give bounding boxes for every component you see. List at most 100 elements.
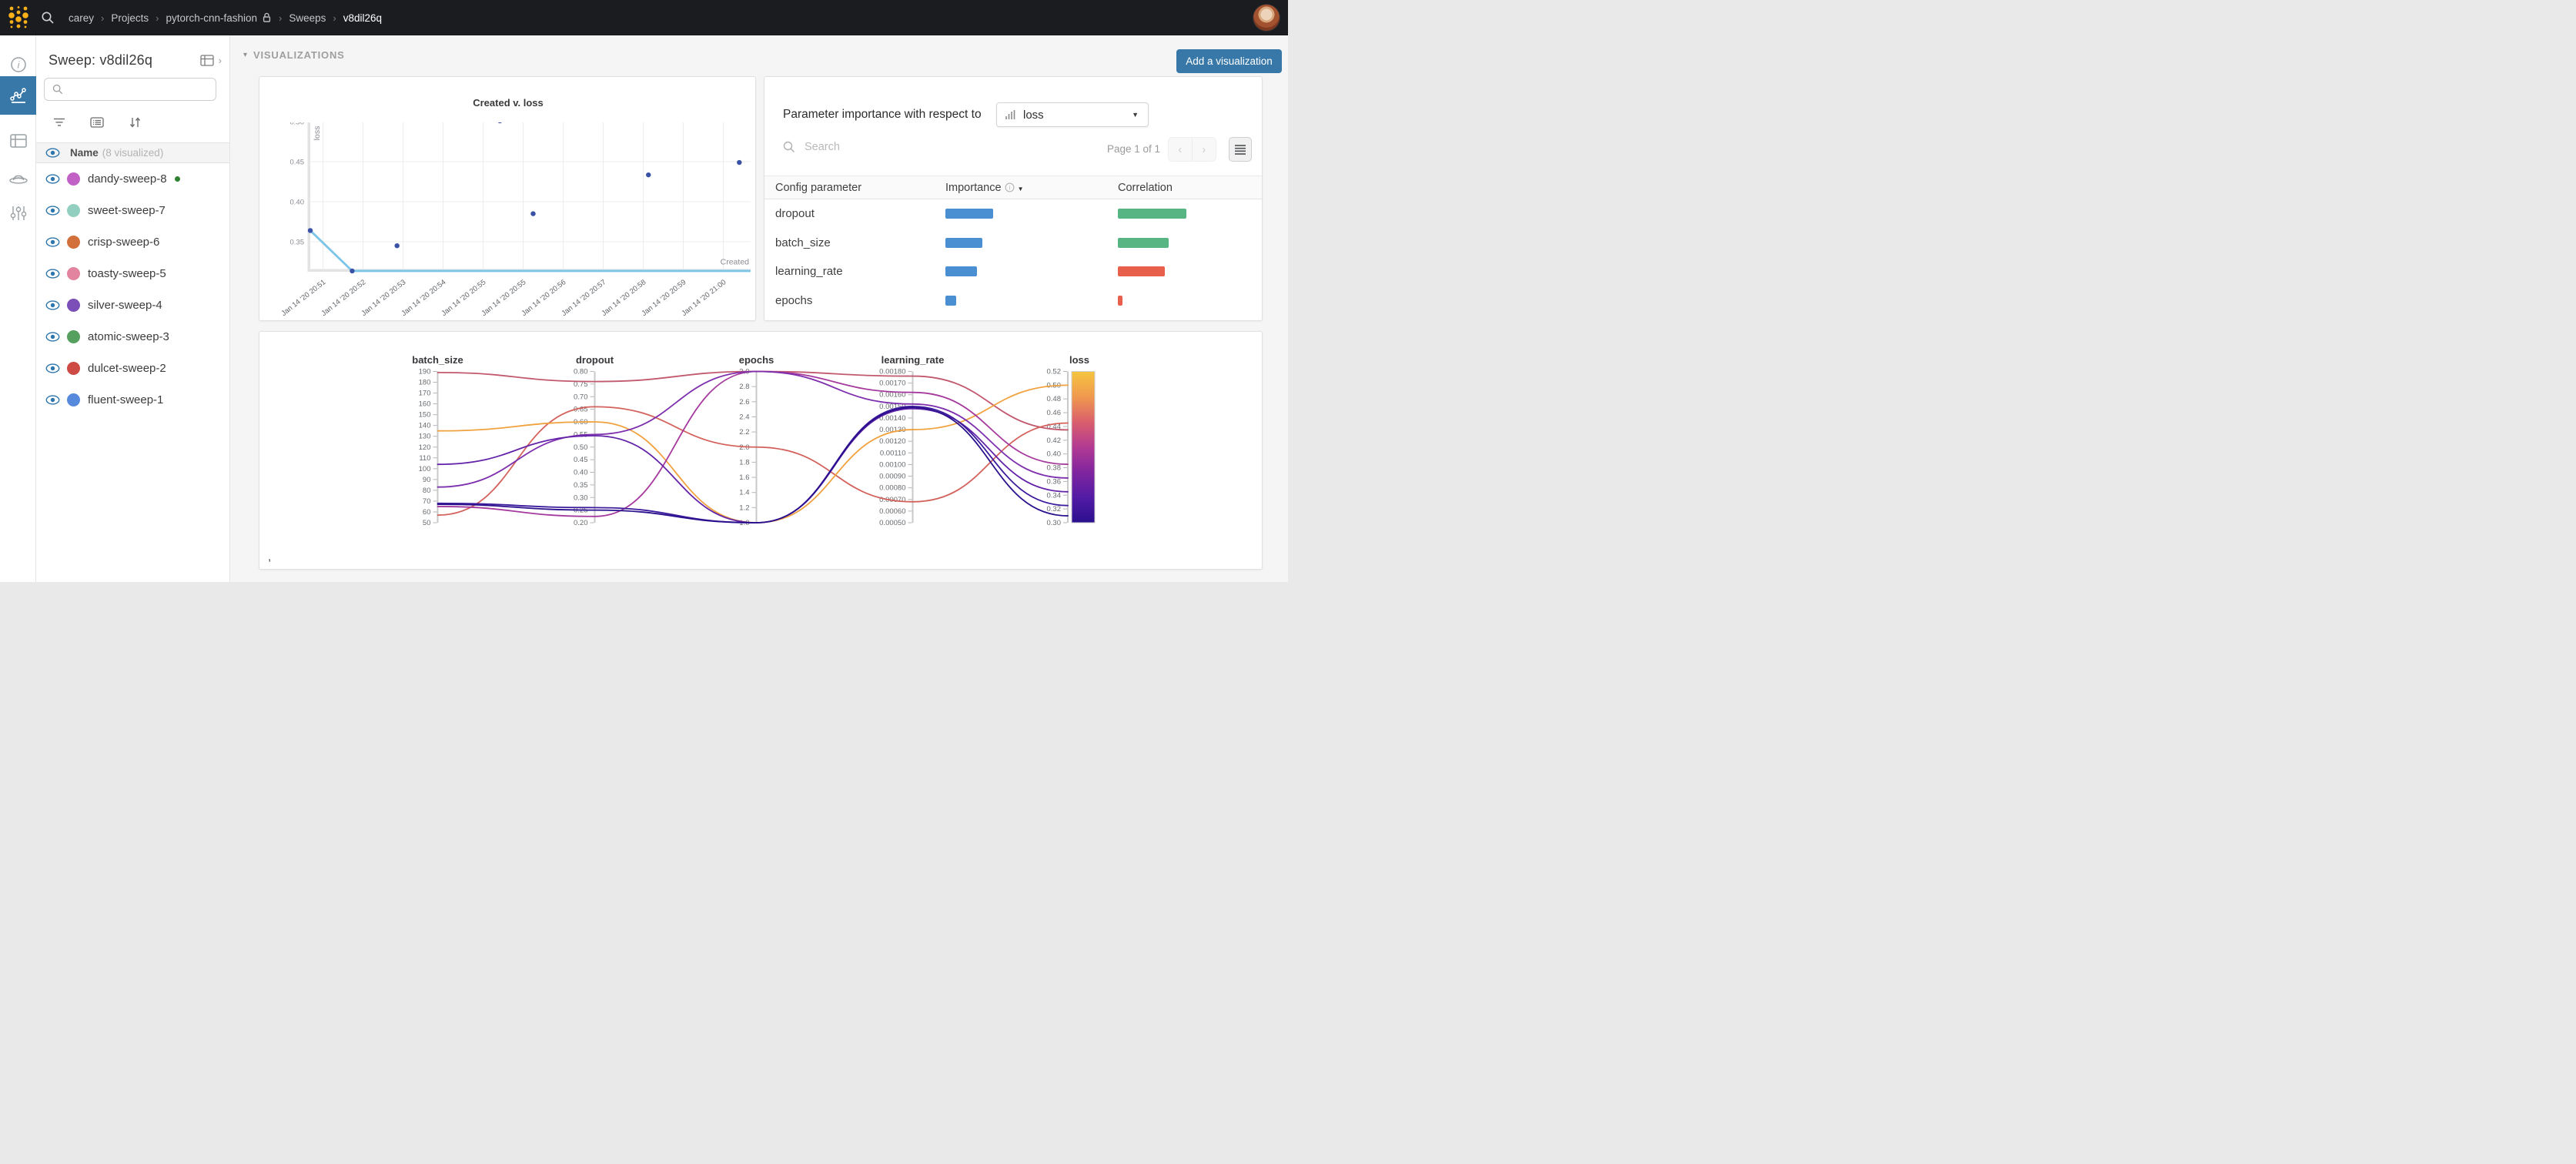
importance-search-box[interactable] — [783, 140, 918, 154]
svg-text:2.8: 2.8 — [739, 383, 749, 391]
table-view-icon[interactable] — [200, 55, 216, 67]
add-visualization-button[interactable]: Add a visualization — [1176, 49, 1282, 73]
sidebar-item-charts[interactable] — [0, 76, 36, 115]
page-indicator: Page 1 of 1 — [1107, 143, 1160, 155]
importance-search-input[interactable] — [803, 140, 918, 154]
svg-text:150: 150 — [419, 411, 431, 420]
run-color-dot — [67, 299, 80, 312]
run-name[interactable]: fluent-sweep-1 — [88, 393, 163, 406]
search-icon — [41, 11, 55, 25]
created-vs-loss-panel[interactable]: Created v. loss0.500.450.400.35lossJan 1… — [259, 76, 756, 321]
breadcrumb-project[interactable]: pytorch-cnn-fashion — [166, 12, 257, 24]
svg-text:0.34: 0.34 — [1047, 491, 1062, 500]
sort-icon[interactable] — [129, 116, 142, 129]
next-page-button[interactable]: › — [1193, 138, 1216, 161]
run-list-item[interactable]: toasty-sweep-5 — [36, 258, 229, 289]
sweep-title: Sweep: v8dil26q — [49, 52, 200, 69]
eye-visible-icon[interactable] — [45, 395, 60, 405]
run-list-item[interactable]: crisp-sweep-6 — [36, 226, 229, 258]
sidebar-item-table[interactable] — [0, 122, 36, 160]
wandb-logo[interactable] — [0, 0, 36, 35]
run-list-item[interactable]: fluent-sweep-1 — [36, 384, 229, 416]
eye-visible-icon[interactable] — [45, 332, 60, 342]
column-importance[interactable]: Importance i ▼ — [945, 182, 1024, 194]
eye-visible-icon[interactable] — [45, 174, 60, 184]
eye-visible-icon[interactable] — [45, 237, 60, 247]
prev-page-button[interactable]: ‹ — [1169, 138, 1193, 161]
run-list: dandy-sweep-8 sweet-sweep-7 crisp-sweep-… — [36, 163, 229, 416]
parallel-coordinates-panel[interactable]: batch_size506070809010011012013014015016… — [259, 331, 1263, 570]
svg-text:0.00050: 0.00050 — [879, 519, 905, 527]
importance-table-body: dropout batch_size learning_rate epochs — [764, 199, 1262, 315]
run-list-item[interactable]: dandy-sweep-8 — [36, 163, 229, 195]
importance-bar — [945, 296, 956, 306]
breadcrumb-sweeps[interactable]: Sweeps — [289, 12, 326, 24]
run-running-indicator — [175, 176, 180, 182]
user-avatar[interactable] — [1253, 4, 1280, 32]
correlation-bar — [1118, 209, 1186, 219]
visualizations-section-header[interactable]: ▾ VISUALIZATIONS — [243, 49, 345, 61]
run-name[interactable]: dulcet-sweep-2 — [88, 362, 166, 375]
run-name[interactable]: sweet-sweep-7 — [88, 204, 166, 217]
run-list-item[interactable]: dulcet-sweep-2 — [36, 353, 229, 384]
breadcrumb-user[interactable]: carey — [69, 12, 94, 24]
wandb-sweep-page: carey › Projects › pytorch-cnn-fashion ›… — [0, 0, 1288, 582]
eye-visible-icon[interactable] — [45, 269, 60, 279]
run-name[interactable]: dandy-sweep-8 — [88, 172, 167, 186]
pagination-controls: ‹ › — [1168, 137, 1216, 162]
importance-bar — [945, 266, 977, 276]
metric-dropdown-value: loss — [1023, 109, 1132, 122]
table-icon — [9, 132, 28, 149]
chevron-right-icon[interactable]: › — [219, 55, 222, 66]
svg-text:0.00060: 0.00060 — [879, 507, 905, 516]
svg-text:90: 90 — [423, 476, 431, 484]
svg-text:0.48: 0.48 — [1047, 395, 1062, 403]
run-list-item[interactable]: atomic-sweep-3 — [36, 321, 229, 353]
run-color-dot — [67, 267, 80, 280]
importance-table-row[interactable]: dropout — [764, 199, 1262, 229]
svg-text:0.30: 0.30 — [574, 493, 588, 502]
run-name[interactable]: atomic-sweep-3 — [88, 330, 169, 343]
run-list-item[interactable]: silver-sweep-4 — [36, 289, 229, 321]
correlation-bar — [1118, 296, 1122, 306]
svg-text:dropout: dropout — [576, 354, 614, 366]
search-icon — [783, 141, 795, 153]
importance-table-row[interactable]: learning_rate — [764, 257, 1262, 286]
runs-name-header[interactable]: Name (8 visualized) — [36, 142, 229, 163]
breadcrumb-sweep-id[interactable]: v8dil26q — [343, 12, 382, 24]
metric-dropdown[interactable]: loss ▼ — [996, 102, 1149, 127]
run-name[interactable]: silver-sweep-4 — [88, 299, 162, 312]
svg-text:epochs: epochs — [739, 354, 774, 366]
group-list-icon[interactable] — [90, 117, 104, 128]
run-list-item[interactable]: sweet-sweep-7 — [36, 195, 229, 226]
svg-text:0.00180: 0.00180 — [879, 368, 905, 376]
svg-text:170: 170 — [419, 390, 431, 398]
svg-text:0.35: 0.35 — [574, 481, 588, 490]
run-color-dot — [67, 393, 80, 406]
fedora-hat-icon — [8, 170, 28, 186]
sidebar-item-controls[interactable] — [0, 194, 36, 232]
eye-visible-icon[interactable] — [45, 363, 60, 373]
eye-visible-icon[interactable] — [45, 206, 60, 216]
global-search-button[interactable] — [41, 11, 55, 25]
breadcrumb-projects[interactable]: Projects — [111, 12, 149, 24]
run-name[interactable]: toasty-sweep-5 — [88, 267, 166, 280]
importance-table-row[interactable]: epochs — [764, 286, 1262, 316]
top-navbar: carey › Projects › pytorch-cnn-fashion ›… — [0, 0, 1288, 35]
run-color-dot — [67, 236, 80, 249]
eye-visible-icon[interactable] — [45, 300, 60, 310]
svg-text:0.00120: 0.00120 — [879, 437, 905, 446]
runs-search-box[interactable] — [44, 78, 216, 101]
correlation-bar — [1118, 266, 1165, 276]
svg-text:i: i — [1009, 184, 1010, 191]
config-parameter-name: learning_rate — [775, 265, 843, 278]
sidebar-item-sweeps[interactable] — [0, 159, 36, 197]
svg-text:0.45: 0.45 — [290, 159, 305, 167]
run-name[interactable]: crisp-sweep-6 — [88, 236, 159, 249]
filter-icon[interactable] — [53, 118, 65, 127]
importance-table-row[interactable]: batch_size — [764, 229, 1262, 258]
svg-text:0.80: 0.80 — [574, 368, 588, 376]
svg-text:0.32: 0.32 — [1047, 505, 1062, 513]
panel-menu-button[interactable] — [1229, 137, 1252, 162]
runs-search-input[interactable] — [69, 83, 208, 96]
